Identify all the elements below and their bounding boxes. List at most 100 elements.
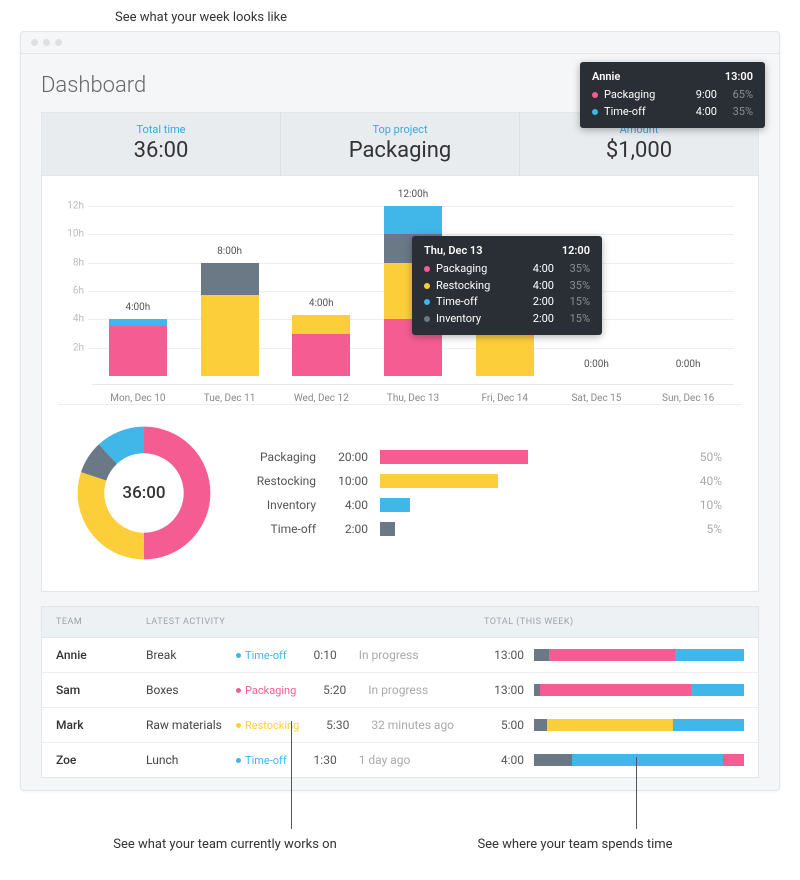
y-tick: 10h — [58, 229, 84, 240]
team-total-time: 13:00 — [484, 683, 524, 697]
window-dot — [55, 39, 62, 46]
team-total-bar[interactable] — [534, 719, 744, 731]
tooltip-row: Time-off 2:00 15% — [424, 294, 590, 311]
breakdown-row[interactable]: Packaging 20:00 50% — [236, 450, 722, 464]
tooltip-series-name: Time-off — [436, 294, 512, 311]
team-bar-segment — [547, 719, 673, 731]
team-project-tag[interactable]: Time-off — [236, 754, 287, 767]
th-total: Total (this week) — [484, 617, 744, 627]
bar-segment — [292, 334, 350, 377]
window-titlebar — [21, 32, 779, 54]
team-bar-segment — [723, 754, 744, 766]
th-activity: Latest activity — [146, 617, 484, 627]
team-total-bar[interactable] — [534, 684, 744, 696]
donut-chart[interactable]: 36:00 — [74, 423, 214, 563]
y-tick: 4h — [58, 314, 84, 325]
team-bar-segment — [534, 649, 549, 661]
breakdown-time: 4:00 — [328, 498, 368, 512]
bar-value-label: 12:00h — [398, 189, 428, 200]
app-window: Dashboard This week ‹ › Total time 36:00 — [20, 31, 780, 791]
tag-dot-icon — [236, 688, 241, 693]
tag-dot-icon — [236, 723, 241, 728]
team-activity-status: 1 day ago — [359, 753, 411, 767]
x-axis-label: Wed, Dec 12 — [275, 384, 367, 404]
team-activity-duration: 5:30 — [315, 718, 349, 732]
x-axis-label: Mon, Dec 10 — [92, 384, 184, 404]
team-bar-segment — [534, 719, 547, 731]
kpi-value: $1,000 — [520, 138, 758, 163]
team-task: Break — [146, 648, 228, 662]
team-member-name: Zoe — [56, 753, 146, 767]
team-member-name: Sam — [56, 683, 146, 697]
breakdown-name: Inventory — [236, 498, 316, 512]
tooltip-series-pct: 35% — [723, 104, 753, 121]
breakdown-row[interactable]: Restocking 10:00 40% — [236, 474, 722, 488]
y-tick: 12h — [58, 201, 84, 212]
team-project-tag[interactable]: Packaging — [236, 684, 296, 697]
breakdown-time: 2:00 — [328, 522, 368, 536]
team-project-tag[interactable]: Time-off — [236, 649, 287, 662]
team-activity: Lunch Time-off 1:30 1 day ago — [146, 753, 484, 767]
tooltip-row: Packaging 4:00 35% — [424, 261, 590, 278]
breakdown-pct: 10% — [688, 498, 722, 512]
team-task: Lunch — [146, 753, 228, 767]
tooltip-series-pct: 15% — [560, 311, 590, 328]
team-activity: Raw materials Restocking 5:30 32 minutes… — [146, 718, 484, 732]
legend-dot-icon — [424, 283, 430, 289]
breakdown-bar-track — [380, 498, 676, 512]
page-title: Dashboard — [41, 73, 146, 98]
breakdown-row[interactable]: Inventory 4:00 10% — [236, 498, 722, 512]
bar-value-label: 4:00h — [309, 298, 334, 309]
team-project-name: Time-off — [245, 754, 287, 767]
tooltip-row: Packaging 9:00 65% — [592, 87, 753, 104]
bar-segment — [201, 263, 259, 296]
x-axis-label: Thu, Dec 13 — [367, 384, 459, 404]
tooltip-series-value: 4:00 — [518, 261, 554, 278]
bar-segment — [109, 326, 167, 376]
team-task: Raw materials — [146, 718, 228, 732]
tag-dot-icon — [236, 653, 241, 658]
team-tooltip-total: 13:00 — [725, 70, 753, 83]
team-total-bar[interactable] — [534, 649, 744, 661]
team-project-tag[interactable]: Restocking — [236, 719, 299, 732]
breakdown-name: Restocking — [236, 474, 316, 488]
team-row[interactable]: Zoe Lunch Time-off 1:30 1 day ago 4:00 — [42, 743, 758, 777]
breakdown-bar-track — [380, 450, 676, 464]
window-dot — [31, 39, 38, 46]
breakdown-pct: 5% — [688, 522, 722, 536]
team-row[interactable]: Mark Raw materials Restocking 5:30 32 mi… — [42, 708, 758, 743]
legend-dot-icon — [424, 316, 430, 322]
kpi-top-project[interactable]: Top project Packaging — [281, 113, 520, 175]
team-bar-segment — [675, 649, 744, 661]
bar-column[interactable]: 4:00h — [275, 206, 367, 376]
tag-dot-icon — [236, 758, 241, 763]
team-bar-segment — [691, 684, 744, 696]
kpi-total-time[interactable]: Total time 36:00 — [42, 113, 281, 175]
x-axis-label: Sat, Dec 15 — [551, 384, 643, 404]
tooltip-series-value: 9:00 — [681, 87, 717, 104]
breakdown-name: Packaging — [236, 450, 316, 464]
weekly-bar-chart[interactable]: 2h4h6h8h10h12h4:00h8:00h4:00h12:00h0:00h… — [58, 194, 742, 404]
team-total-bar[interactable] — [534, 754, 744, 766]
team-row[interactable]: Sam Boxes Packaging 5:20 In progress 13:… — [42, 673, 758, 708]
breakdown-time: 10:00 — [328, 474, 368, 488]
donut-center-value: 36:00 — [74, 423, 214, 563]
bar-column[interactable]: 0:00h — [642, 206, 734, 376]
annotation-bottom-left: See what your team currently works on — [50, 837, 400, 852]
legend-dot-icon — [592, 92, 598, 98]
tooltip-series-name: Packaging — [436, 261, 512, 278]
team-project-name: Time-off — [245, 649, 287, 662]
tooltip-series-name: Restocking — [436, 278, 512, 295]
kpi-label: Top project — [281, 123, 519, 136]
y-tick: 8h — [58, 257, 84, 268]
breakdown-bar-track — [380, 474, 676, 488]
kpi-label: Total time — [42, 123, 280, 136]
weekly-chart-card: 2h4h6h8h10h12h4:00h8:00h4:00h12:00h0:00h… — [41, 175, 759, 592]
bar-column[interactable]: 4:00h — [92, 206, 184, 376]
bar-column[interactable]: 8:00h — [184, 206, 276, 376]
bar-value-label: 0:00h — [676, 359, 701, 370]
breakdown-row[interactable]: Time-off 2:00 5% — [236, 522, 722, 536]
bar-segment — [109, 319, 167, 326]
x-axis-label: Fri, Dec 14 — [459, 384, 551, 404]
team-row[interactable]: Annie Break Time-off 0:10 In progress 13… — [42, 638, 758, 673]
